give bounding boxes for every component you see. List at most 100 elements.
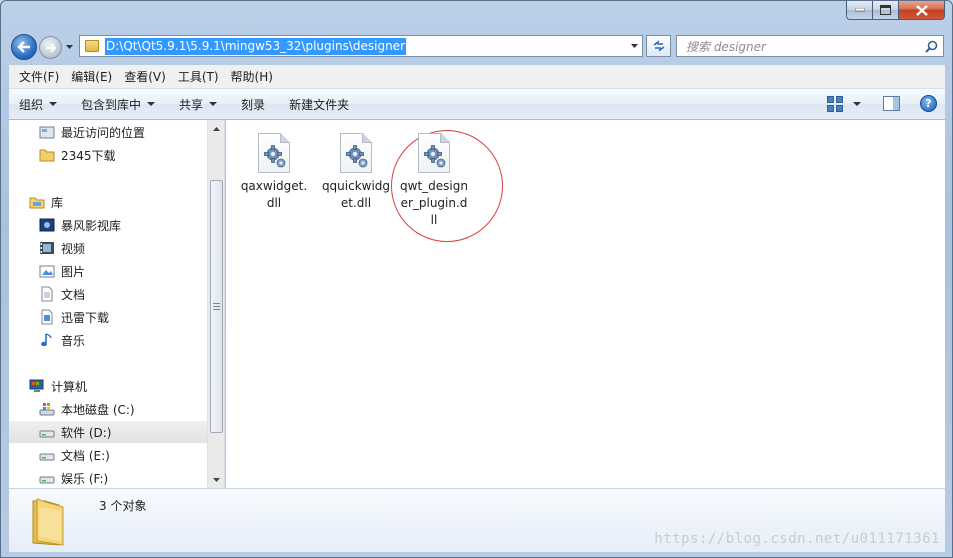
nav-scrollbar[interactable] bbox=[207, 120, 224, 488]
back-button[interactable] bbox=[11, 34, 37, 60]
media-library-icon bbox=[39, 217, 55, 233]
nav-item[interactable]: 文档 bbox=[9, 283, 207, 305]
chevron-up-icon bbox=[213, 126, 220, 131]
nav-item[interactable]: 库 bbox=[9, 191, 207, 213]
forward-arrow-icon bbox=[45, 42, 56, 53]
navigation-pane: 最近访问的位置 2345下载库暴风影视库视频图片文档迅雷下载 音乐计算机本地磁盘 (… bbox=[9, 120, 225, 488]
video-icon bbox=[39, 240, 55, 256]
file-item[interactable]: qwt_designer_plugin.dll bbox=[392, 133, 476, 229]
nav-item[interactable]: 视频 bbox=[9, 237, 207, 259]
search-icon[interactable] bbox=[923, 38, 939, 54]
refresh-icon bbox=[653, 40, 664, 52]
menu-bar: 文件(F) 编辑(E) 查看(V) 工具(T) 帮助(H) bbox=[9, 65, 945, 89]
nav-item[interactable]: 计算机 bbox=[9, 375, 207, 397]
new-folder-button[interactable]: 新建文件夹 bbox=[289, 96, 349, 113]
view-controls: ? bbox=[827, 95, 937, 112]
nav-item[interactable]: 2345下载 bbox=[9, 144, 207, 166]
share-button[interactable]: 共享 bbox=[179, 96, 218, 113]
command-bar: 组织 包含到库中 共享 刻录 新建文件夹 ? bbox=[9, 89, 945, 120]
music-icon bbox=[39, 332, 55, 348]
refresh-button[interactable] bbox=[646, 35, 671, 57]
menu-edit[interactable]: 编辑(E) bbox=[65, 67, 118, 87]
folder-icon bbox=[32, 498, 64, 546]
scroll-thumb[interactable] bbox=[210, 180, 223, 433]
minimize-icon bbox=[854, 8, 865, 12]
file-name: qwt_designer_plugin.dll bbox=[400, 179, 468, 227]
nav-item-label: 计算机 bbox=[51, 379, 88, 394]
share-label: 共享 bbox=[179, 97, 204, 112]
nav-item[interactable]: 图片 bbox=[9, 260, 207, 282]
search-input[interactable]: 搜索 designer bbox=[686, 38, 923, 55]
nav-item[interactable]: 本地磁盘 (C:) bbox=[9, 398, 207, 420]
system-drive-icon bbox=[39, 401, 55, 417]
download-icon bbox=[39, 309, 55, 325]
maximize-button[interactable] bbox=[873, 1, 899, 20]
preview-pane-icon[interactable] bbox=[883, 96, 900, 111]
chevron-down-icon bbox=[630, 44, 638, 48]
nav-item-label: 库 bbox=[51, 195, 64, 210]
chevron-down-icon bbox=[49, 102, 58, 106]
menu-view[interactable]: 查看(V) bbox=[118, 67, 172, 87]
include-in-library-button[interactable]: 包含到库中 bbox=[81, 96, 156, 113]
drive-icon bbox=[39, 447, 55, 463]
file-item[interactable]: qaxwidget.dll bbox=[232, 133, 316, 212]
nav-item-label: 视频 bbox=[61, 241, 86, 256]
scroll-up-button[interactable] bbox=[208, 120, 225, 137]
change-view-icon[interactable] bbox=[827, 95, 843, 112]
close-button[interactable] bbox=[899, 1, 945, 20]
organize-label: 组织 bbox=[19, 97, 44, 112]
grip-icon bbox=[213, 303, 220, 310]
help-icon[interactable]: ? bbox=[920, 95, 937, 112]
chevron-down-icon bbox=[213, 477, 220, 482]
dll-gear-icon bbox=[418, 133, 450, 173]
file-name: qaxwidget.dll bbox=[240, 179, 308, 210]
nav-item-label: 最近访问的位置 bbox=[61, 125, 146, 140]
search-box[interactable]: 搜索 designer bbox=[676, 35, 944, 57]
explorer-window: D:\Qt\Qt5.9.1\5.9.1\mingw53_32\plugins\d… bbox=[0, 0, 953, 558]
watermark: https://blog.csdn.net/u011171361 bbox=[654, 531, 940, 547]
menu-help[interactable]: 帮助(H) bbox=[225, 67, 279, 87]
minimize-button[interactable] bbox=[846, 1, 873, 20]
chevron-down-icon bbox=[209, 102, 218, 106]
nav-item-label: 图片 bbox=[61, 264, 86, 279]
recent-pages-dropdown[interactable] bbox=[65, 42, 74, 51]
nav-item[interactable]: 暴风影视库 bbox=[9, 214, 207, 236]
recent-places-icon bbox=[39, 124, 55, 140]
view-options-dropdown[interactable] bbox=[853, 101, 861, 106]
nav-item[interactable]: 文档 (E:) bbox=[9, 444, 207, 466]
address-bar[interactable]: D:\Qt\Qt5.9.1\5.9.1\mingw53_32\plugins\d… bbox=[79, 35, 643, 57]
nav-item-label: 软件 (D:) bbox=[61, 425, 112, 440]
nav-item[interactable]: 迅雷下载 bbox=[9, 306, 207, 328]
item-count: 3 个对象 bbox=[99, 499, 147, 513]
burn-button[interactable]: 刻录 bbox=[241, 96, 265, 113]
file-list: qaxwidget.dll qquickwidget.dll qwt_designe… bbox=[226, 120, 945, 488]
menu-tools[interactable]: 工具(T) bbox=[172, 67, 225, 87]
address-path[interactable]: D:\Qt\Qt5.9.1\5.9.1\mingw53_32\plugins\d… bbox=[105, 37, 406, 55]
organize-button[interactable]: 组织 bbox=[19, 96, 58, 113]
library-icon bbox=[29, 194, 45, 210]
address-dropdown[interactable] bbox=[629, 41, 639, 51]
menu-file[interactable]: 文件(F) bbox=[13, 67, 65, 87]
folder-icon bbox=[85, 40, 99, 52]
file-item[interactable]: qquickwidget.dll bbox=[314, 133, 398, 212]
pictures-icon bbox=[39, 263, 55, 279]
chevron-down-icon bbox=[66, 44, 73, 49]
nav-item[interactable]: 软件 (D:) bbox=[9, 421, 207, 443]
nav-item[interactable]: 音乐 bbox=[9, 329, 207, 351]
scroll-down-button[interactable] bbox=[208, 471, 225, 488]
nav-item-label: 2345下载 bbox=[61, 148, 116, 163]
drive-icon bbox=[39, 424, 55, 440]
computer-icon bbox=[29, 378, 45, 394]
caption-buttons bbox=[846, 1, 945, 21]
nav-item[interactable]: 娱乐 (F:) bbox=[9, 467, 207, 489]
include-in-library-label: 包含到库中 bbox=[81, 97, 142, 112]
nav-item-label: 文档 bbox=[61, 287, 86, 302]
nav-item-label: 本地磁盘 (C:) bbox=[61, 402, 135, 417]
documents-icon bbox=[39, 286, 55, 302]
maximize-icon bbox=[880, 5, 891, 15]
forward-button[interactable] bbox=[39, 36, 62, 59]
nav-item-label: 娱乐 (F:) bbox=[61, 471, 109, 486]
close-icon bbox=[915, 4, 928, 16]
nav-item[interactable]: 最近访问的位置 bbox=[9, 121, 207, 143]
nav-item-label: 文档 (E:) bbox=[61, 448, 110, 463]
